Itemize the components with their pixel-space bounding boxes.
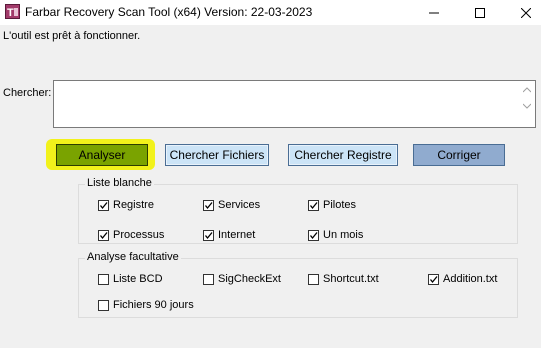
checkbox-label: SigCheckExt bbox=[218, 273, 281, 285]
checkbox-label: Internet bbox=[218, 229, 256, 241]
frst-app-icon: T bbox=[5, 4, 20, 19]
close-button[interactable] bbox=[503, 0, 549, 25]
window-border bbox=[541, 25, 549, 348]
whitelist-checkbox-one-month[interactable]: Un mois bbox=[308, 228, 363, 242]
checkbox-label: Pilotes bbox=[323, 199, 357, 211]
checkmark-icon bbox=[309, 231, 318, 239]
whitelist-checkbox-drivers[interactable]: Pilotes bbox=[308, 198, 356, 212]
whitelist-checkbox-processes[interactable]: Processus bbox=[98, 228, 164, 242]
minimize-icon bbox=[429, 12, 439, 13]
checkmark-icon bbox=[99, 201, 108, 209]
checkbox-label: Un mois bbox=[323, 229, 364, 241]
optional-checkbox-bcd[interactable]: Liste BCD bbox=[98, 272, 163, 286]
checkmark-icon bbox=[204, 231, 213, 239]
window-title: Farbar Recovery Scan Tool (x64) Version:… bbox=[25, 5, 313, 19]
optional-checkbox-sigcheckext[interactable]: SigCheckExt bbox=[203, 272, 281, 286]
maximize-button[interactable] bbox=[457, 0, 503, 25]
search-label: Chercher: bbox=[3, 87, 52, 99]
search-registry-button[interactable]: Chercher Registre bbox=[288, 144, 398, 166]
fix-button[interactable]: Corriger bbox=[413, 144, 505, 166]
optional-checkbox-shortcut[interactable]: Shortcut.txt bbox=[308, 272, 379, 286]
whitelist-title: Liste blanche bbox=[85, 177, 154, 189]
svg-text:T: T bbox=[7, 7, 14, 19]
checkmark-icon bbox=[204, 201, 213, 209]
whitelist-checkbox-internet[interactable]: Internet bbox=[203, 228, 255, 242]
checkbox-label: Shortcut.txt bbox=[323, 273, 379, 285]
scan-button[interactable]: Analyser bbox=[56, 144, 148, 166]
checkbox-label: Liste BCD bbox=[113, 273, 163, 285]
checkmark-icon bbox=[429, 275, 438, 283]
maximize-icon bbox=[475, 7, 485, 18]
scroll-down-icon[interactable] bbox=[523, 102, 531, 110]
checkbox-label: Processus bbox=[113, 229, 165, 241]
search-field[interactable] bbox=[53, 80, 536, 128]
minimize-button[interactable] bbox=[411, 0, 457, 25]
whitelist-checkbox-registry[interactable]: Registre bbox=[98, 198, 154, 212]
search-scrollbar[interactable] bbox=[519, 81, 535, 127]
optional-scan-title: Analyse facultative bbox=[85, 251, 181, 263]
optional-checkbox-90-days[interactable]: Fichiers 90 jours bbox=[98, 298, 194, 312]
close-icon bbox=[521, 7, 531, 18]
checkbox-label: Fichiers 90 jours bbox=[113, 299, 194, 311]
status-text: L'outil est prêt à fonctionner. bbox=[3, 30, 141, 42]
checkmark-icon bbox=[99, 231, 108, 239]
search-input[interactable] bbox=[54, 81, 519, 127]
search-files-button[interactable]: Chercher Fichiers bbox=[165, 144, 269, 166]
checkbox-label: Registre bbox=[113, 199, 154, 211]
checkbox-label: Services bbox=[218, 199, 261, 211]
checkmark-icon bbox=[309, 201, 318, 209]
optional-checkbox-addition[interactable]: Addition.txt bbox=[428, 272, 497, 286]
checkbox-label: Addition.txt bbox=[443, 273, 498, 285]
scroll-up-icon[interactable] bbox=[523, 86, 531, 94]
whitelist-checkbox-services[interactable]: Services bbox=[203, 198, 260, 212]
